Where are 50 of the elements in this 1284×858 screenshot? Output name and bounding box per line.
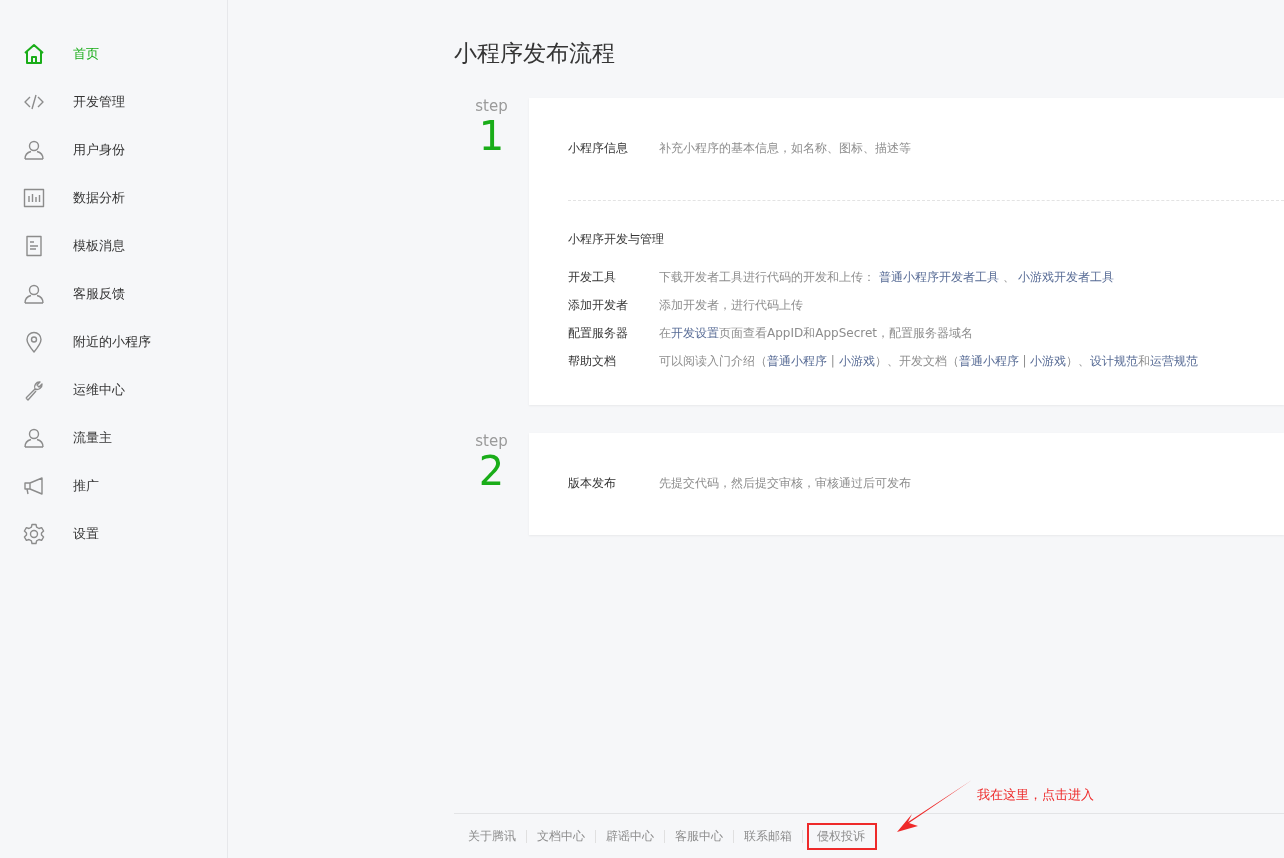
- bar-chart-icon: [22, 186, 46, 210]
- row-label: 添加开发者: [568, 297, 629, 314]
- row-label: 版本发布: [568, 475, 617, 492]
- row-label: 小程序信息: [568, 140, 629, 157]
- link[interactable]: 普通小程序: [767, 354, 827, 368]
- row-label: 配置服务器: [568, 325, 629, 342]
- nav-item[interactable]: 开发管理: [0, 78, 227, 126]
- row-description: 在开发设置页面查看AppID和AppSecret，配置服务器域名: [659, 325, 974, 342]
- home-icon: [22, 42, 46, 66]
- step-label: step: [475, 98, 508, 114]
- person-icon: [22, 138, 46, 162]
- footer-link[interactable]: 关于腾讯: [462, 822, 522, 850]
- step-number: 1: [478, 114, 505, 158]
- nav-item[interactable]: 流量主: [0, 414, 227, 462]
- link[interactable]: 设计规范: [1090, 354, 1139, 368]
- footer-link[interactable]: 侵权投诉: [807, 822, 877, 850]
- footer-link[interactable]: 文档中心: [531, 822, 591, 850]
- nav-item[interactable]: 推广: [0, 462, 227, 510]
- nav-item[interactable]: 模板消息: [0, 222, 227, 270]
- step-number: 2: [478, 449, 505, 493]
- nav-item[interactable]: 数据分析: [0, 174, 227, 222]
- megaphone-icon: [22, 474, 46, 498]
- nav-item[interactable]: 运维中心: [0, 366, 227, 414]
- section-title: 小程序开发与管理: [568, 231, 665, 248]
- row-description: 先提交代码，然后提交审核，审核通过后可发布: [659, 475, 911, 492]
- row-description: 下载开发者工具进行代码的开发和上传： 普通小程序开发者工具 、 小游戏开发者工具: [659, 269, 1115, 286]
- annotation-text: 我在这里，点击进入: [977, 786, 1094, 804]
- person-icon: [22, 282, 46, 306]
- row-label: 开发工具: [568, 269, 617, 286]
- row-description: 可以阅读入门介绍（普通小程序 | 小游戏）、开发文档（普通小程序 | 小游戏）、设计规范和运营规范: [659, 353, 1199, 370]
- link[interactable]: 普通小程序开发者工具: [878, 270, 999, 284]
- footer-link[interactable]: 客服中心: [669, 822, 729, 850]
- link[interactable]: 小游戏: [838, 354, 875, 368]
- nav-item[interactable]: 附近的小程序: [0, 318, 227, 366]
- nav-item[interactable]: 用户身份: [0, 126, 227, 174]
- row-description: 添加开发者，进行代码上传: [659, 297, 803, 314]
- row-description: 补充小程序的基本信息，如名称、图标、描述等: [659, 140, 911, 157]
- link[interactable]: 开发设置: [671, 326, 719, 340]
- footer-link[interactable]: 辟谣中心: [600, 822, 660, 850]
- link[interactable]: 小游戏开发者工具: [1018, 270, 1115, 284]
- link[interactable]: 运营规范: [1150, 354, 1199, 368]
- footer-link[interactable]: 联系邮箱: [738, 822, 798, 850]
- nav-item[interactable]: 客服反馈: [0, 270, 227, 318]
- nav-item[interactable]: 设置: [0, 510, 227, 558]
- settings-icon: [22, 522, 46, 546]
- link[interactable]: 普通小程序: [958, 354, 1019, 368]
- step-label: step: [475, 433, 508, 449]
- page-title: 小程序发布流程: [454, 39, 616, 68]
- link[interactable]: 小游戏: [1030, 354, 1067, 368]
- row-label: 帮助文档: [568, 353, 617, 370]
